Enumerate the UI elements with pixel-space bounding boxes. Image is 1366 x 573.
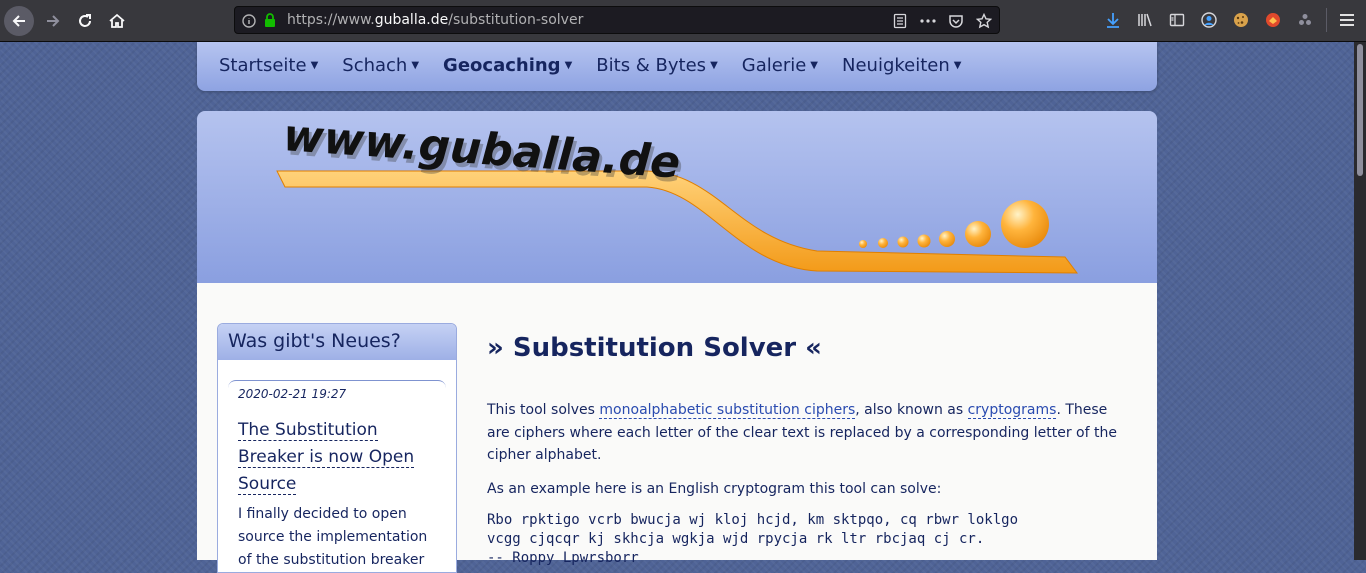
cookie-extension-icon[interactable] — [1232, 11, 1250, 29]
reload-button[interactable] — [70, 6, 100, 36]
url-prefix: https://www. — [287, 12, 375, 28]
url-text[interactable]: https://www.guballa.de/substitution-solv… — [287, 12, 583, 28]
sidebar-icon[interactable] — [1168, 11, 1186, 29]
logo-ball — [917, 234, 931, 248]
caret-down-icon: ▼ — [310, 60, 319, 71]
logo-ball — [939, 231, 955, 247]
toolbar-icons — [1104, 11, 1314, 29]
logo-ball — [859, 240, 867, 248]
info-icon[interactable] — [242, 13, 256, 32]
cryptograms-link[interactable]: cryptograms — [967, 402, 1057, 419]
nav-item-label: Startseite — [219, 55, 307, 76]
arrow-right-icon — [47, 15, 60, 27]
news-date: 2020-02-21 19:27 — [238, 387, 347, 401]
intro-text-2: , also known as — [855, 402, 968, 418]
page-content: Was gibt's Neues? 2020-02-21 19:27 The S… — [197, 283, 1157, 573]
library-icon[interactable] — [1136, 11, 1154, 29]
toolbar-separator — [1326, 8, 1327, 32]
caret-down-icon: ▼ — [810, 60, 818, 71]
pocket-icon[interactable] — [947, 12, 965, 30]
news-title[interactable]: The Substitution Breaker is now Open Sou… — [238, 420, 415, 495]
containers-icon[interactable] — [1296, 11, 1314, 29]
bookmark-star-icon[interactable] — [975, 12, 993, 30]
nav-item-label: Schach — [342, 55, 408, 76]
hamburger-menu-icon[interactable] — [1338, 11, 1356, 29]
site-header: www.guballa.de www.guballa.de — [197, 111, 1157, 283]
logo-ball — [897, 236, 909, 248]
caret-down-icon: ▼ — [411, 60, 420, 71]
url-path: /substitution-solver — [448, 12, 584, 28]
cryptogram-line: -- Roppy Lpwrsborr — [487, 550, 639, 566]
home-icon — [109, 13, 125, 28]
example-intro: As an example here is an English cryptog… — [487, 481, 942, 497]
nav-item-label: Geocaching — [443, 55, 561, 76]
sidebar-title: Was gibt's Neues? — [218, 324, 456, 360]
account-icon[interactable] — [1200, 11, 1218, 29]
nav-item-label: Bits & Bytes — [596, 55, 707, 76]
nav-item-startseite[interactable]: Startseite ▼ — [219, 55, 318, 76]
page-actions-icon[interactable] — [919, 12, 937, 30]
arrow-left-icon — [12, 15, 25, 27]
browser-toolbar: https://www.guballa.de/substitution-solv… — [0, 0, 1366, 42]
address-bar[interactable]: https://www.guballa.de/substitution-solv… — [234, 6, 1000, 34]
home-button[interactable] — [102, 6, 132, 36]
caret-down-icon: ▼ — [564, 60, 573, 71]
nav-item-label: Galerie — [741, 55, 807, 76]
news-title-link[interactable]: The Substitution Breaker is now Open Sou… — [238, 417, 438, 498]
intro-paragraph: This tool solves monoalphabetic substitu… — [487, 399, 1117, 467]
reload-icon — [79, 14, 91, 27]
reader-view-icon[interactable] — [891, 12, 909, 30]
extension-icon[interactable] — [1264, 11, 1282, 29]
site-navigation: Startseite ▼ Schach ▼ Geocaching ▼ Bits & B… — [197, 42, 1157, 91]
news-item: 2020-02-21 19:27 The Substitution Breake… — [228, 380, 446, 572]
forward-button[interactable] — [38, 6, 68, 36]
nav-item-geocaching[interactable]: Geocaching ▼ — [443, 55, 572, 76]
download-icon[interactable] — [1104, 11, 1122, 29]
cryptogram-line: vcgg cjqcqr kj skhcja wgkja wjd rpycja r… — [487, 531, 985, 547]
cryptogram-example: Rbo rpktigo vcrb bwucja wj kloj hcjd, km… — [487, 511, 1018, 568]
nav-item-galerie[interactable]: Galerie ▼ — [742, 55, 818, 76]
scrollbar-thumb[interactable] — [1357, 44, 1363, 176]
url-actions — [891, 12, 993, 30]
back-button[interactable] — [4, 6, 34, 36]
nav-item-bits-bytes[interactable]: Bits & Bytes ▼ — [596, 55, 717, 76]
site-logo[interactable]: www.guballa.de www.guballa.de — [197, 111, 1157, 283]
news-text: I finally decided to open source the imp… — [238, 506, 428, 568]
nav-list: Startseite ▼ Schach ▼ Geocaching ▼ Bits & B… — [219, 55, 985, 76]
lock-icon[interactable] — [263, 12, 277, 32]
monoalphabetic-link[interactable]: monoalphabetic substitution ciphers — [599, 402, 856, 419]
intro-text-1: This tool solves — [487, 402, 600, 418]
nav-item-label: Neuigkeiten — [842, 55, 950, 76]
url-domain: guballa.de — [374, 12, 449, 28]
cryptogram-line: Rbo rpktigo vcrb bwucja wj kloj hcjd, km… — [487, 512, 1019, 528]
page-scrollbar[interactable] — [1354, 42, 1366, 560]
logo-ball — [878, 238, 888, 248]
nav-item-schach[interactable]: Schach ▼ — [342, 55, 419, 76]
caret-down-icon: ▼ — [710, 60, 718, 71]
logo-ball — [965, 221, 991, 247]
caret-down-icon: ▼ — [953, 60, 962, 71]
page-title: » Substitution Solver « — [487, 333, 822, 363]
news-sidebar: Was gibt's Neues? 2020-02-21 19:27 The S… — [217, 323, 457, 573]
logo-ball — [1001, 200, 1049, 248]
nav-item-neuigkeiten[interactable]: Neuigkeiten ▼ — [842, 55, 961, 76]
